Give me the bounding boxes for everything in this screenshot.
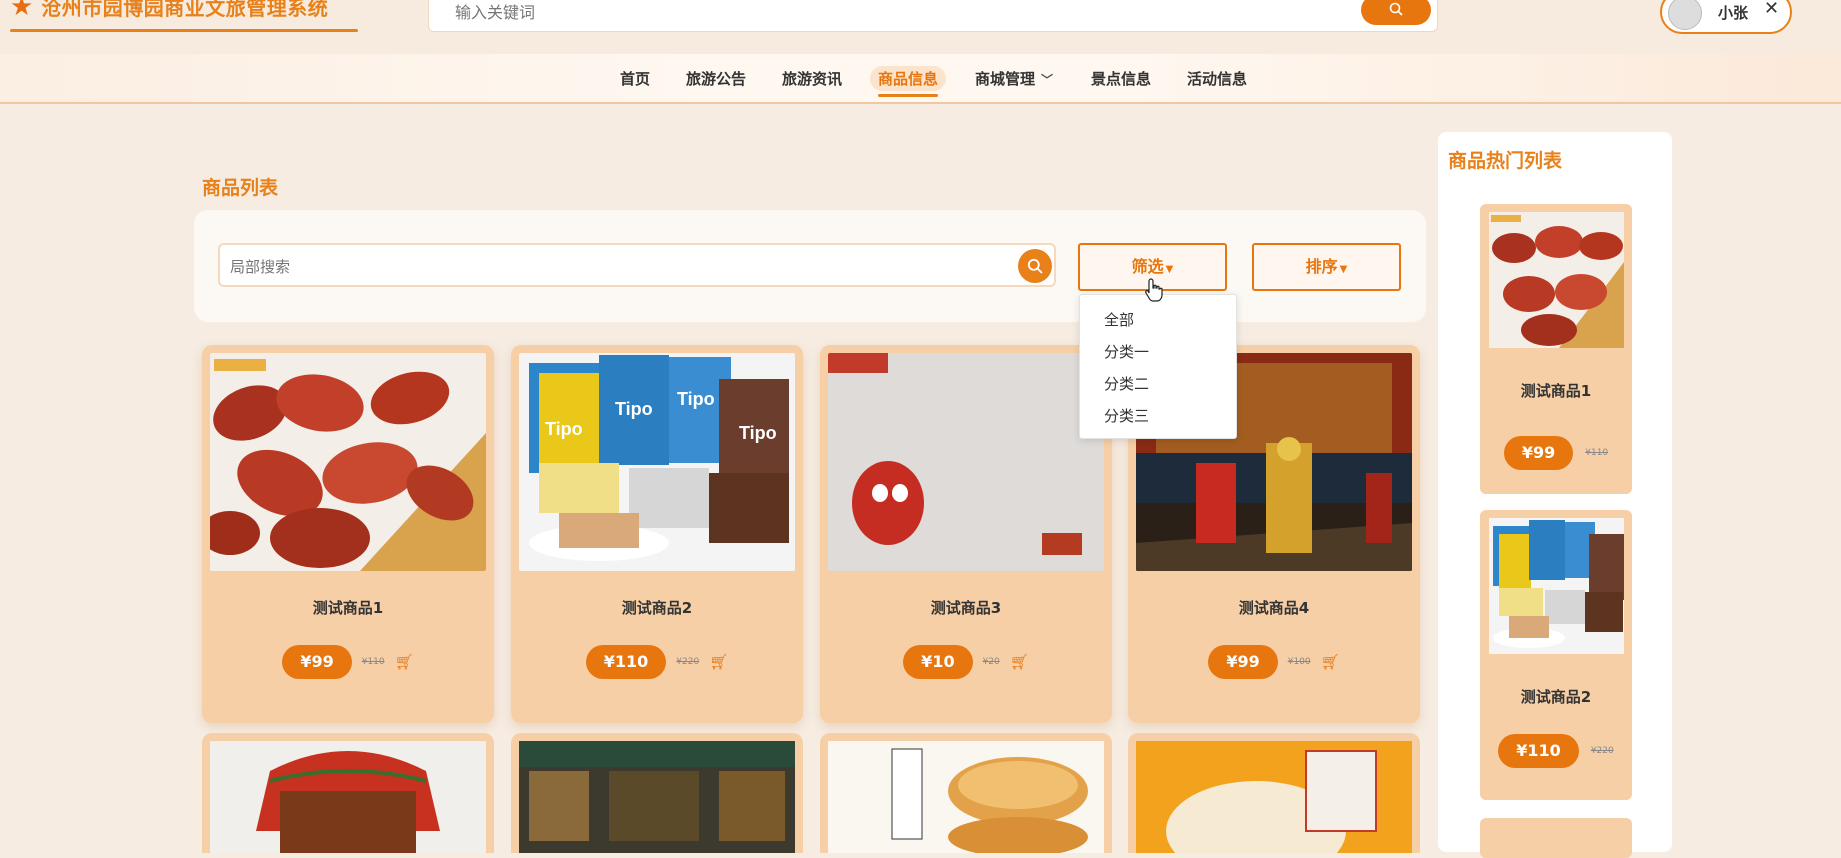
product-image-dates[interactable] — [210, 353, 486, 571]
nav-activity-info[interactable]: 活动信息 — [1187, 68, 1247, 89]
search-icon — [1027, 258, 1043, 274]
nav-mall-management-label: 商城管理 — [975, 70, 1036, 88]
product-card[interactable]: 测试商品3 ¥10 ¥20 🛒︎ — [820, 345, 1112, 723]
price-badge: ¥99 — [1503, 436, 1574, 470]
top-header: ★ 沧州市园博园商业文旅管理系统 小张 ✕ — [0, 0, 1841, 54]
product-image-ejiao-dates[interactable] — [828, 353, 1104, 571]
original-price: ¥20 — [982, 657, 1000, 667]
caret-down-icon: ▼ — [1165, 264, 1174, 275]
product-name[interactable]: 测试商品3 — [820, 597, 1112, 618]
product-name[interactable]: 测试商品2 — [511, 597, 803, 618]
product-card[interactable] — [202, 733, 494, 853]
svg-text:Tipo: Tipo — [677, 389, 715, 409]
filter-option-2[interactable]: 分类二 — [1104, 373, 1149, 394]
local-search — [218, 243, 1056, 287]
product-name[interactable]: 测试商品1 — [202, 597, 494, 618]
product-card[interactable]: Tipo Tipo Tipo Tipo 测试商品2 ¥110 ¥220 🛒︎ — [511, 345, 803, 723]
avatar — [1668, 0, 1702, 30]
product-image-tipo[interactable]: Tipo Tipo Tipo Tipo — [519, 353, 795, 571]
svg-text:Tipo: Tipo — [615, 399, 653, 419]
filter-dropdown: 全部 分类一 分类二 分类三 — [1079, 294, 1237, 439]
hot-product-name[interactable]: 测试商品1 — [1480, 380, 1632, 401]
original-price: ¥110 — [361, 657, 385, 667]
search-icon — [1389, 2, 1403, 16]
nav-scenic-info[interactable]: 景点信息 — [1091, 68, 1151, 89]
close-icon[interactable]: ✕ — [1764, 0, 1779, 19]
global-search-input[interactable] — [453, 0, 1277, 25]
site-title: 沧州市园博园商业文旅管理系统 — [41, 0, 329, 20]
original-price: ¥220 — [676, 657, 700, 667]
product-image-bun[interactable] — [1136, 741, 1412, 853]
cart-icon[interactable]: 🛒︎ — [1321, 653, 1340, 671]
price-badge: ¥110 — [1498, 734, 1579, 768]
filter-option-3[interactable]: 分类三 — [1104, 405, 1149, 426]
original-price: ¥100 — [1287, 657, 1311, 667]
nav-mall-management[interactable]: 商城管理 ﹀ — [975, 68, 1053, 89]
product-card[interactable] — [511, 733, 803, 853]
hot-products-panel: 商品热门列表 测试商品1 ¥99 ¥110 测试商品2 ¥110 ¥220 — [1438, 132, 1672, 858]
local-search-input[interactable] — [228, 255, 992, 279]
filter-button-label: 筛选 — [1131, 257, 1164, 276]
nav-home[interactable]: 首页 — [620, 68, 650, 89]
user-menu[interactable]: 小张 ✕ — [1660, 0, 1792, 34]
sort-button-label: 排序 — [1305, 257, 1338, 276]
product-card[interactable] — [1128, 733, 1420, 853]
hand-cursor-icon — [1145, 278, 1163, 302]
hot-product-card[interactable]: 测试商品2 ¥110 ¥220 — [1480, 510, 1632, 800]
price-badge: ¥110 — [585, 645, 667, 679]
product-card[interactable]: 测试商品1 ¥99 ¥110 🛒︎ — [202, 345, 494, 723]
price-badge: ¥10 — [903, 645, 973, 679]
filter-panel: 筛选▼ 排序▼ — [194, 210, 1426, 322]
product-image-bread[interactable] — [828, 741, 1104, 853]
hot-product-image-dates[interactable] — [1489, 212, 1624, 348]
hot-product-card[interactable] — [1480, 818, 1632, 858]
cart-icon[interactable]: 🛒︎ — [1010, 653, 1029, 671]
title-underline — [10, 29, 358, 32]
cart-icon[interactable]: 🛒︎ — [395, 653, 414, 671]
sort-button[interactable]: 排序 ▼ — [1252, 243, 1401, 291]
caret-down-icon: ▼ — [1339, 264, 1348, 275]
hot-product-image-tipo[interactable] — [1489, 518, 1624, 654]
hot-product-name[interactable]: 测试商品2 — [1480, 686, 1632, 707]
svg-text:Tipo: Tipo — [739, 423, 777, 443]
cart-icon[interactable]: 🛒︎ — [709, 653, 728, 671]
product-image-shop[interactable] — [519, 741, 795, 853]
local-search-button[interactable] — [1018, 249, 1052, 283]
nav-travel-notices[interactable]: 旅游公告 — [686, 68, 746, 89]
product-image-jar[interactable] — [210, 741, 486, 853]
price-badge: ¥99 — [1208, 645, 1278, 679]
star-logo-icon: ★ — [10, 0, 34, 22]
username: 小张 — [1718, 4, 1749, 22]
hot-product-card[interactable]: 测试商品1 ¥99 ¥110 — [1480, 204, 1632, 494]
filter-option-all[interactable]: 全部 — [1104, 309, 1134, 330]
section-title: 商品列表 — [202, 177, 279, 199]
original-price: ¥220 — [1590, 746, 1614, 756]
price-badge: ¥99 — [282, 645, 352, 679]
nav-product-info[interactable]: 商品信息 — [870, 66, 947, 97]
main-nav: 首页 旅游公告 旅游资讯 商品信息 商城管理 ﹀ 景点信息 活动信息 — [0, 54, 1841, 104]
site-logo[interactable]: ★ 沧州市园博园商业文旅管理系统 — [10, 0, 328, 21]
nav-travel-news[interactable]: 旅游资讯 — [782, 68, 842, 89]
product-card[interactable] — [820, 733, 1112, 853]
original-price: ¥110 — [1585, 448, 1609, 458]
global-search-button[interactable] — [1361, 0, 1431, 25]
global-search — [428, 0, 1438, 32]
chevron-down-icon: ﹀ — [1041, 73, 1054, 87]
product-name[interactable]: 测试商品4 — [1128, 597, 1420, 618]
filter-option-1[interactable]: 分类一 — [1104, 341, 1149, 362]
svg-text:Tipo: Tipo — [545, 419, 583, 439]
hot-list-title: 商品热门列表 — [1448, 150, 1563, 172]
